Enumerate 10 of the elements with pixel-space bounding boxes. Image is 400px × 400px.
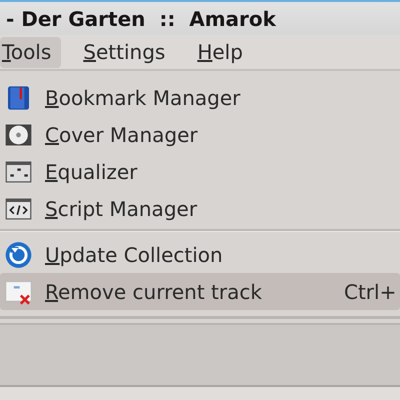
menu-bar-item[interactable]: Help (195, 36, 253, 68)
menu-bar-item[interactable]: Tools (0, 36, 62, 68)
menu-item[interactable]: Update Collection (0, 236, 400, 273)
window-title: - Der Garten :: Amarok (6, 6, 276, 30)
menu-bar-item[interactable]: Settings (81, 36, 176, 68)
menu-item[interactable]: Equalizer (0, 153, 400, 190)
menu-item[interactable]: Cover Manager (0, 116, 400, 153)
menu-item[interactable]: Bookmark Manager (0, 79, 400, 116)
menu-item[interactable]: Script Manager (0, 190, 400, 227)
menu-item[interactable]: Remove current track Ctrl+ (0, 273, 400, 310)
